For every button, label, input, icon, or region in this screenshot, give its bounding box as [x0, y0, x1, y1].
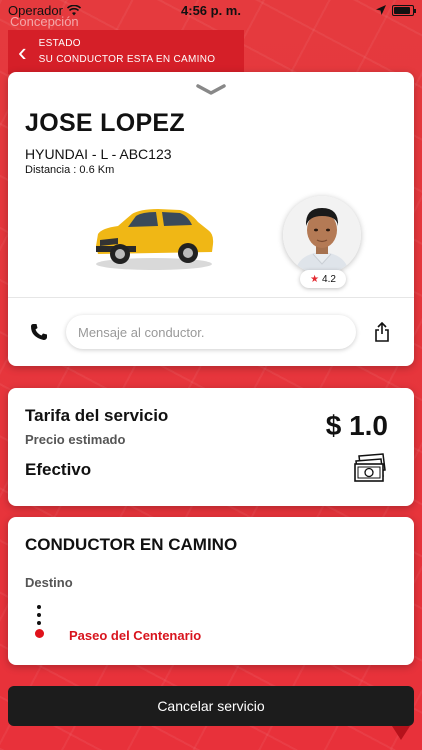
- fare-title: Tarifa del servicio: [25, 406, 169, 425]
- share-icon[interactable]: [374, 322, 390, 342]
- location-arrow-icon: [376, 5, 386, 15]
- cash-icon: [354, 453, 386, 482]
- cancel-service-button[interactable]: Cancelar servicio: [8, 686, 414, 726]
- car-image: [96, 209, 214, 270]
- destination-label: Destino: [25, 575, 73, 590]
- fare-subtitle: Precio estimado: [25, 432, 126, 447]
- route-status-title: CONDUCTOR EN CAMINO: [25, 535, 238, 554]
- driver-card: JOSE LOPEZ HYUNDAI - L - ABC123 Distanci…: [8, 72, 414, 366]
- driver-rating-value: 4.2: [322, 273, 336, 285]
- status-banner-message: SU CONDUCTOR ESTA EN CAMINO: [38, 54, 216, 65]
- driver-name: JOSE LOPEZ: [25, 109, 185, 137]
- route-card: CONDUCTOR EN CAMINO Destino Paseo del Ce…: [8, 517, 414, 665]
- payment-method[interactable]: Efectivo: [25, 460, 91, 480]
- status-banner[interactable]: ‹ ESTADO SU CONDUCTOR ESTA EN CAMINO: [8, 30, 244, 74]
- carrier-label: Operador: [8, 2, 63, 18]
- divider: [8, 297, 414, 298]
- fare-card: Tarifa del servicio Precio estimado $ 1.…: [8, 388, 414, 506]
- battery-icon: [392, 4, 416, 16]
- driver-avatar: [283, 196, 361, 274]
- back-chevron-icon[interactable]: ‹: [18, 39, 27, 65]
- star-icon: ★: [310, 273, 320, 285]
- status-right: [376, 4, 416, 16]
- driver-rating-badge: ★ 4.2: [300, 270, 346, 288]
- wifi-icon: [66, 4, 81, 15]
- phone-icon[interactable]: [30, 323, 48, 341]
- clock: 4:56 p. m.: [181, 2, 241, 18]
- status-left: Operador: [8, 3, 81, 18]
- vehicle-info: HYUNDAI - L - ABC123: [25, 146, 172, 162]
- driver-distance: Distancia : 0.6 Km: [25, 164, 115, 176]
- status-bar: Operador 4:56 p. m.: [0, 0, 422, 20]
- message-driver-input[interactable]: [66, 315, 356, 349]
- destination-name: Paseo del Centenario: [69, 628, 202, 643]
- collapse-chevron-icon[interactable]: [196, 84, 226, 96]
- status-banner-text: ESTADO SU CONDUCTOR ESTA EN CAMINO: [39, 36, 216, 68]
- map-marker-icon: [392, 726, 410, 740]
- fare-amount: $ 1.0: [325, 410, 388, 441]
- status-banner-title: ESTADO: [38, 38, 81, 49]
- route-dots-icon: [34, 605, 44, 645]
